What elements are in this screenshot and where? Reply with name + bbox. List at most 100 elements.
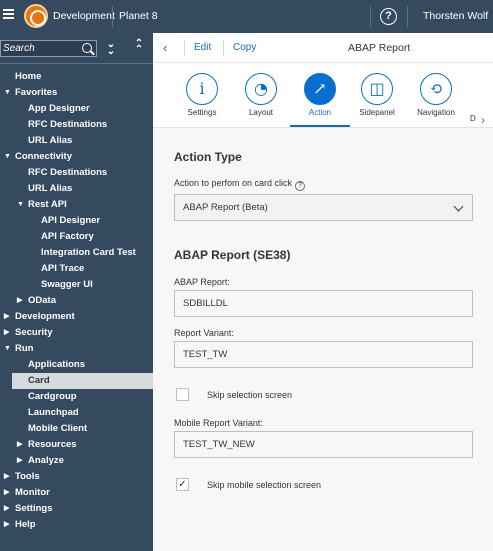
user-name[interactable]: Thorsten Wolf <box>423 10 488 22</box>
sidebar-item-label: Applications <box>28 359 86 370</box>
sidebar-item-url-alias[interactable]: URL Alias <box>0 133 153 149</box>
caret-right-icon[interactable]: ▶ <box>4 517 9 533</box>
sidebar-item-label: Mobile Client <box>28 423 88 434</box>
sidebar-item-url-alias[interactable]: URL Alias <box>0 181 153 197</box>
help-icon[interactable]: ? <box>295 181 306 191</box>
sidebar-item-label: Resources <box>28 439 77 450</box>
sub-header: ‹ Edit Copy ABAP Report <box>153 33 493 63</box>
caret-right-icon[interactable]: ▶ <box>17 453 22 469</box>
logo-icon[interactable] <box>24 4 48 28</box>
sidebar-item-resources[interactable]: ▶ Resources <box>0 437 153 453</box>
tab-settings[interactable]: i Settings <box>172 73 232 117</box>
caret-down-icon[interactable]: ▼ <box>4 341 11 357</box>
sidebar-item-api-factory[interactable]: API Factory <box>0 229 153 245</box>
skip-mobile-selection-label: Skip mobile selection screen <box>207 480 322 490</box>
tab-action[interactable]: ↗ Action <box>290 73 350 127</box>
sidebar-item-mobile-client[interactable]: Mobile Client <box>0 421 153 437</box>
sidebar-item-label: Integration Card Test <box>41 247 136 258</box>
search-icon[interactable] <box>82 43 92 53</box>
tab-sidepanel[interactable]: ◫ Sidepanel <box>347 73 407 117</box>
sidebar-item-rfc-destinations[interactable]: RFC Destinations <box>0 117 153 133</box>
back-icon[interactable]: ‹ <box>163 40 167 55</box>
sidebar-item-help[interactable]: ▶ Help <box>0 517 153 533</box>
help-icon[interactable]: ? <box>380 8 397 25</box>
sidebar-item-app-designer[interactable]: App Designer <box>0 101 153 117</box>
app-name[interactable]: Development <box>53 10 115 22</box>
tab-navigation[interactable]: ⟲ Navigation <box>406 73 466 117</box>
mobile-variant-input[interactable]: TEST_TW_NEW <box>174 431 473 458</box>
skip-selection-checkbox[interactable] <box>176 388 189 401</box>
caret-down-icon[interactable]: ▼ <box>17 197 24 213</box>
divider <box>370 6 371 27</box>
chevron-right-icon[interactable]: › <box>481 113 485 127</box>
sidepanel-icon: ◫ <box>361 73 393 105</box>
skip-mobile-selection-checkbox[interactable]: ✓ <box>176 478 189 491</box>
menu-icon[interactable] <box>3 9 14 19</box>
sidebar-item-api-designer[interactable]: API Designer <box>0 213 153 229</box>
shell-bar: Development Planet 8 ? Thorsten Wolf <box>0 0 493 33</box>
sidebar-item-analyze[interactable]: ▶ Analyze <box>0 453 153 469</box>
sidebar-item-home[interactable]: Home <box>0 69 153 85</box>
sidebar-item-rest-api[interactable]: ▼ Rest API <box>0 197 153 213</box>
search-input[interactable] <box>3 42 79 55</box>
divider <box>223 40 224 56</box>
sidebar-item-connectivity[interactable]: ▼ Connectivity <box>0 149 153 165</box>
caret-right-icon[interactable]: ▶ <box>4 469 9 485</box>
caret-right-icon[interactable]: ▶ <box>4 309 9 325</box>
collapse-all-icon[interactable]: ⌄ ⌄ <box>104 40 118 57</box>
sidebar: ⌄⌄ ⌃⌃ Home ▼ Favorites App Designer RFC Dest… <box>0 33 153 551</box>
action-select[interactable]: ABAP Report (Beta) <box>174 194 473 221</box>
expand-all-icon[interactable]: ⌃ ⌃ <box>132 39 146 56</box>
mobile-variant-label: Mobile Report Variant: <box>174 418 263 428</box>
edit-button[interactable]: Edit <box>194 42 211 53</box>
section-title-action-type: Action Type <box>174 150 242 164</box>
caret-right-icon[interactable]: ▶ <box>4 501 9 517</box>
sidebar-item-label: Help <box>15 519 36 530</box>
sidebar-item-label: Launchpad <box>28 407 79 418</box>
sidebar-item-label: Analyze <box>28 455 64 466</box>
sidebar-item-label: Development <box>15 311 75 322</box>
tab-label-truncated[interactable]: D <box>470 114 476 123</box>
caret-right-icon[interactable]: ▶ <box>4 485 9 501</box>
sidebar-item-monitor[interactable]: ▶ Monitor <box>0 485 153 501</box>
caret-right-icon[interactable]: ▶ <box>4 325 9 341</box>
sidebar-item-label: Card <box>28 375 50 386</box>
tab-layout[interactable]: ◔ Layout <box>231 73 291 117</box>
report-variant-input[interactable]: TEST_TW <box>174 341 473 368</box>
share-icon: ↗ <box>304 73 336 105</box>
sidebar-item-label: API Trace <box>41 263 85 274</box>
sidebar-item-favorites[interactable]: ▼ Favorites <box>0 85 153 101</box>
sidebar-item-cardgroup[interactable]: Cardgroup <box>0 389 153 405</box>
sidebar-item-label: RFC Destinations <box>28 167 108 178</box>
sidebar-item-run[interactable]: ▼ Run <box>0 341 153 357</box>
section-title-abap-report: ABAP Report (SE38) <box>174 248 291 262</box>
search-field[interactable] <box>0 40 97 57</box>
sidebar-item-applications[interactable]: Applications <box>0 357 153 373</box>
sidebar-item-settings[interactable]: ▶ Settings <box>0 501 153 517</box>
tab-label: Settings <box>187 108 217 117</box>
caret-right-icon[interactable]: ▶ <box>17 437 22 453</box>
abap-report-label: ABAP Report: <box>174 277 230 287</box>
copy-button[interactable]: Copy <box>233 42 256 53</box>
sidebar-item-odata[interactable]: ▶ OData <box>0 293 153 309</box>
space-name[interactable]: Planet 8 <box>119 10 158 22</box>
sidebar-item-card[interactable]: Card <box>12 373 153 389</box>
sidebar-item-development[interactable]: ▶ Development <box>0 309 153 325</box>
sidebar-item-tools[interactable]: ▶ Tools <box>0 469 153 485</box>
sidebar-item-label: RFC Destinations <box>28 119 108 130</box>
tab-label: Sidepanel <box>359 108 395 117</box>
page-title: ABAP Report <box>348 42 411 54</box>
sidebar-item-api-trace[interactable]: API Trace <box>0 261 153 277</box>
sidebar-item-rfc-destinations[interactable]: RFC Destinations <box>0 165 153 181</box>
sidebar-item-label: Home <box>15 71 42 82</box>
sidebar-item-security[interactable]: ▶ Security <box>0 325 153 341</box>
abap-report-input[interactable]: SDBILLDL <box>174 290 473 317</box>
sidebar-item-swagger-ui[interactable]: Swagger UI <box>0 277 153 293</box>
caret-right-icon[interactable]: ▶ <box>17 293 22 309</box>
action-select-value: ABAP Report (Beta) <box>183 202 268 213</box>
caret-down-icon[interactable]: ▼ <box>4 85 11 101</box>
sidebar-item-label: Monitor <box>15 487 50 498</box>
sidebar-item-integration-card-test[interactable]: Integration Card Test <box>0 245 153 261</box>
caret-down-icon[interactable]: ▼ <box>4 149 11 165</box>
sidebar-item-launchpad[interactable]: Launchpad <box>0 405 153 421</box>
